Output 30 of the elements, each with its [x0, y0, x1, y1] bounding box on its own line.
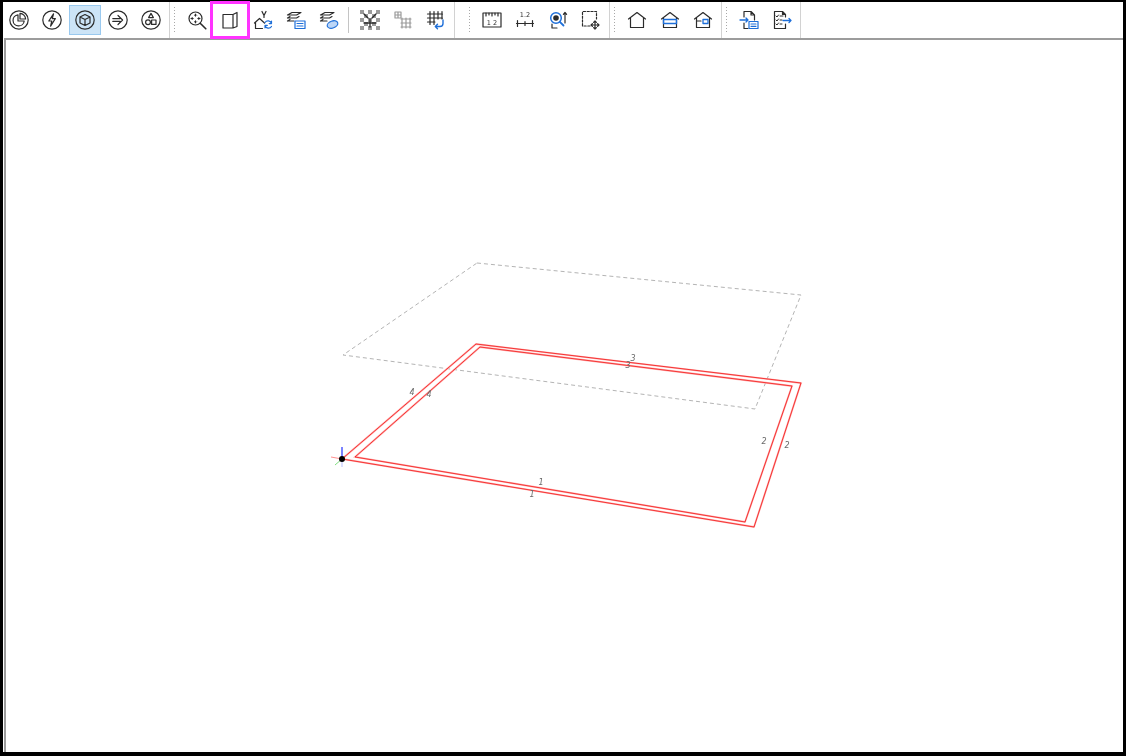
edge-number: 4: [409, 388, 415, 397]
house-refresh-icon: [253, 10, 273, 30]
toolbar-button[interactable]: [69, 5, 101, 35]
locate-point-icon: [548, 10, 568, 30]
edge-number: 1: [538, 478, 544, 487]
house-band-icon: [660, 10, 680, 30]
edge-number: 3: [625, 361, 631, 370]
document-import-icon: [739, 10, 759, 30]
edge-number: 2: [761, 437, 767, 446]
edge-number: 2: [784, 441, 790, 450]
grid-return-icon: [426, 10, 446, 30]
layers-list-icon: [286, 10, 306, 30]
shapes-icon: [141, 10, 161, 30]
cube-icon: [75, 10, 95, 30]
edge-number: 4: [426, 390, 432, 399]
checklist-export-icon: [772, 10, 792, 30]
box-icon: [220, 10, 240, 30]
layers-ellipse-icon: [319, 10, 339, 30]
lightning-icon: [42, 10, 62, 30]
house-icon: [627, 10, 647, 30]
pie-chart-icon: [9, 10, 29, 30]
edge-number: 1: [529, 490, 535, 499]
edge-number: 3: [630, 354, 636, 363]
checker-pattern-icon: [360, 10, 380, 30]
dotted-grid-icon: [393, 10, 413, 30]
zoom-fit-icon: [187, 10, 207, 30]
house-window-icon: [693, 10, 713, 30]
selection-move-icon: [581, 10, 601, 30]
axis-marker-icon: [330, 446, 345, 468]
arrow-right-icon: [108, 10, 128, 30]
